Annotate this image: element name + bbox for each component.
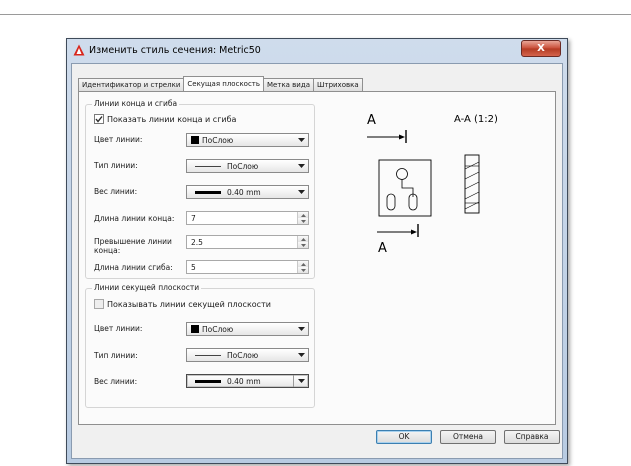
color-swatch: [191, 325, 199, 333]
overshoot-label: Превышение линии конца:: [94, 237, 172, 255]
linetype-label: Тип линии:: [94, 161, 138, 170]
bend-length-spinner[interactable]: 5: [186, 260, 309, 274]
line-color-value: ПоСлою: [202, 135, 234, 145]
spin-down-icon[interactable]: [298, 242, 308, 248]
section-hatch: [464, 171, 480, 180]
dialog-client-area: Идентификатор и стрелки Секущая плоскост…: [71, 63, 563, 459]
lineweight-value: 0.40 mm: [227, 376, 261, 386]
linetype-select[interactable]: ПоСлою: [186, 159, 309, 173]
lineweight-select[interactable]: 0.40 mm: [186, 185, 309, 199]
title-bar[interactable]: Изменить стиль сечения: Metric50 X: [67, 39, 567, 63]
tab-view-label[interactable]: Метка вида: [263, 78, 314, 91]
part-hole: [396, 168, 408, 180]
group-title: Линии конца и сгиба: [92, 99, 180, 108]
section-hatch: [464, 181, 480, 190]
window-title: Изменить стиль сечения: Metric50: [89, 45, 261, 56]
show-plane-lines-checkbox[interactable]: [94, 299, 104, 309]
section-view-outline: [464, 154, 480, 214]
tab-identifier-arrows[interactable]: Идентификатор и стрелки: [78, 78, 185, 91]
show-end-lines-checkbox-row[interactable]: Показать линии конца и сгиба: [94, 114, 236, 124]
bend-length-value: 5: [191, 262, 196, 272]
linetype-label: Тип линии:: [94, 351, 138, 360]
section-view-label: A-A (1:2): [454, 114, 498, 125]
lineweight-select[interactable]: 0.40 mm: [186, 374, 309, 388]
checkbox-label: Показать линии конца и сгиба: [107, 114, 237, 124]
line-color-value: ПоСлою: [202, 324, 234, 334]
end-length-spinner[interactable]: 7: [186, 211, 309, 225]
overshoot-value: 2.5: [191, 237, 203, 247]
ok-button[interactable]: OK: [376, 430, 432, 444]
part-slot-left: [386, 193, 396, 211]
show-plane-lines-checkbox-row[interactable]: Показывать линии секущей плоскости: [94, 299, 271, 309]
group-title: Линии секущей плоскости: [92, 283, 202, 292]
linetype-select[interactable]: ПоСлою: [186, 348, 309, 362]
linetype-value: ПоСлою: [227, 350, 259, 360]
line-color-label: Цвет линии:: [94, 135, 143, 144]
line-color-select[interactable]: ПоСлою: [186, 322, 309, 336]
cutting-plane-lines-group: Линии секущей плоскости Показывать линии…: [85, 283, 315, 408]
overshoot-spinner[interactable]: 2.5: [186, 235, 309, 249]
linetype-sample: [195, 165, 221, 167]
spin-down-icon[interactable]: [298, 218, 308, 224]
close-button[interactable]: X: [521, 40, 561, 57]
checkmark-icon: [95, 116, 103, 123]
end-bend-lines-group: Линии конца и сгиба Показать линии конца…: [85, 99, 315, 279]
spinner-buttons: [297, 212, 308, 224]
show-end-lines-checkbox[interactable]: [94, 114, 104, 124]
spin-down-icon[interactable]: [298, 267, 308, 273]
top-arrowhead: [399, 134, 405, 140]
lineweight-value: 0.40 mm: [227, 187, 261, 197]
color-swatch: [191, 136, 199, 144]
line-color-label: Цвет линии:: [94, 324, 143, 333]
lineweight-label: Вес линии:: [94, 187, 138, 196]
linetype-value: ПоСлою: [227, 161, 259, 171]
chevron-down-icon: [294, 134, 308, 146]
tab-cutting-plane[interactable]: Секущая плоскость: [183, 76, 265, 91]
lineweight-label: Вес линии:: [94, 377, 138, 386]
autocad-logo-icon: [73, 44, 85, 56]
preview-label-top: A: [367, 113, 376, 128]
lineweight-sample: [195, 190, 221, 194]
chevron-down-icon: [294, 375, 308, 387]
help-button[interactable]: Справка: [504, 430, 560, 444]
bottom-arrowhead: [411, 229, 417, 235]
tab-strip: Идентификатор и стрелки Секущая плоскост…: [78, 76, 363, 91]
preview-label-bottom: A: [378, 241, 387, 256]
chevron-down-icon: [294, 160, 308, 172]
line-color-select[interactable]: ПоСлою: [186, 133, 309, 147]
lineweight-sample: [195, 379, 221, 383]
chevron-down-icon: [294, 186, 308, 198]
top-divider: [0, 14, 631, 15]
tab-hatch[interactable]: Штриховка: [313, 78, 363, 91]
chevron-down-icon: [294, 349, 308, 361]
section-style-dialog: Изменить стиль сечения: Metric50 X Идент…: [66, 38, 568, 464]
bend-length-label: Длина линии сгиба:: [94, 263, 173, 272]
section-hatch: [464, 161, 480, 170]
cutting-plane-panel: Линии конца и сгиба Показать линии конца…: [78, 91, 556, 425]
end-length-value: 7: [191, 213, 196, 223]
spinner-buttons: [297, 236, 308, 248]
spinner-buttons: [297, 261, 308, 273]
linetype-sample: [195, 354, 221, 356]
section-hatch: [464, 191, 480, 200]
checkbox-label: Показывать линии секущей плоскости: [107, 299, 271, 309]
close-icon: X: [537, 43, 545, 54]
cancel-button[interactable]: Отмена: [440, 430, 496, 444]
section-preview: A A A-A (1:2): [367, 113, 498, 256]
end-length-label: Длина линии конца:: [94, 214, 175, 223]
chevron-down-icon: [294, 323, 308, 335]
